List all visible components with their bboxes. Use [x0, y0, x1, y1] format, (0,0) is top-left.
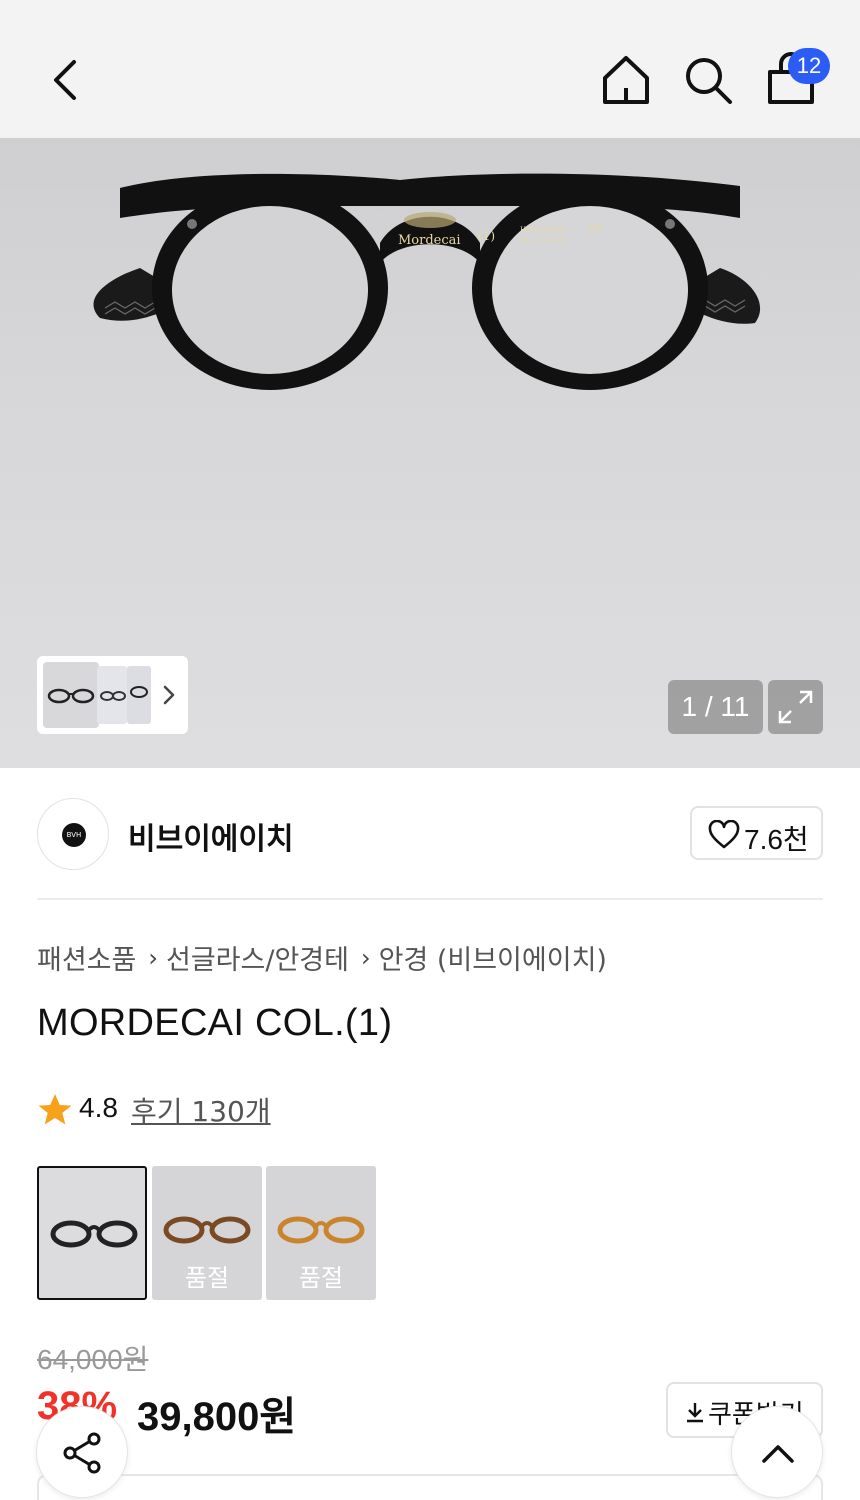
- download-icon: [687, 1403, 703, 1423]
- cart-count-badge: 12: [788, 48, 830, 84]
- size-imprint: 45 □ 22 148: [520, 236, 564, 244]
- breadcrumb-item[interactable]: 선글라스/안경테: [166, 938, 349, 977]
- home-button[interactable]: [598, 52, 654, 108]
- heart-outline-icon: [708, 820, 740, 849]
- image-counter: 1 / 11: [668, 680, 763, 734]
- product-title: MORDECAI COL.(1): [37, 1002, 393, 1044]
- color-option[interactable]: 품절: [152, 1166, 262, 1300]
- chevron-right-icon: ›: [360, 943, 371, 972]
- thumbnails-next-button[interactable]: [159, 680, 179, 710]
- gallery-thumbnail[interactable]: [43, 662, 99, 728]
- gallery-thumbnail-strip[interactable]: [37, 656, 188, 734]
- chevron-right-icon: ›: [148, 943, 158, 972]
- chevron-left-icon: [54, 60, 76, 100]
- share-button[interactable]: [36, 1406, 128, 1498]
- sold-out-label: 품절: [298, 1264, 344, 1292]
- chevron-right-icon: [163, 685, 175, 705]
- search-icon: [686, 58, 732, 104]
- search-button[interactable]: [680, 52, 736, 108]
- brand-logo-mark: BVH: [62, 823, 86, 847]
- share-icon: [63, 1432, 101, 1474]
- handmade-imprint: HANDMADE: [520, 226, 566, 234]
- like-button[interactable]: 7.6천: [690, 806, 823, 860]
- expand-icon: [778, 690, 813, 724]
- rating-score: 4.8: [79, 1092, 118, 1123]
- brand-row: BVH 비브이에이치 7.6천: [0, 768, 860, 900]
- info-card: [37, 1474, 823, 1500]
- breadcrumb-item[interactable]: 패션소품: [37, 938, 136, 977]
- product-image: Mordecai (1) HANDMADE 45 □ 22 148 CE: [93, 173, 761, 390]
- scroll-top-button[interactable]: [731, 1406, 823, 1498]
- color-option[interactable]: 품절: [266, 1166, 376, 1300]
- option-image: [277, 1216, 365, 1244]
- option-image: [50, 1220, 138, 1248]
- temple-imprint: Mordecai: [398, 233, 461, 248]
- color-option[interactable]: [37, 1166, 147, 1300]
- home-icon: [603, 56, 649, 104]
- divider: [37, 898, 823, 900]
- chevron-up-icon: [762, 1445, 794, 1463]
- star-icon: [38, 1094, 72, 1125]
- like-count: 7.6천: [744, 824, 809, 855]
- final-price: 39,800원: [137, 1395, 297, 1439]
- brand-logo[interactable]: BVH: [37, 798, 109, 870]
- gallery-thumbnail[interactable]: [97, 666, 127, 724]
- breadcrumb-item[interactable]: 안경 (비브이에이치): [379, 938, 607, 977]
- brand-name[interactable]: 비브이에이치: [128, 814, 294, 858]
- gallery-thumbnail[interactable]: [127, 666, 151, 724]
- original-price: 64,000원: [37, 1344, 149, 1375]
- top-navigation-bar: 12: [0, 0, 860, 138]
- reviews-link[interactable]: 후기 130개: [131, 1090, 271, 1130]
- option-image: [163, 1216, 251, 1244]
- back-button[interactable]: [40, 52, 92, 108]
- ce-imprint: CE: [588, 222, 603, 235]
- expand-image-button[interactable]: [768, 680, 823, 734]
- model-imprint: (1): [478, 229, 495, 243]
- product-image-gallery[interactable]: Mordecai (1) HANDMADE 45 □ 22 148 CE 1 /…: [0, 138, 860, 768]
- breadcrumb: 패션소품 › 선글라스/안경테 › 안경 (비브이에이치): [37, 938, 607, 978]
- sold-out-label: 품절: [184, 1264, 230, 1292]
